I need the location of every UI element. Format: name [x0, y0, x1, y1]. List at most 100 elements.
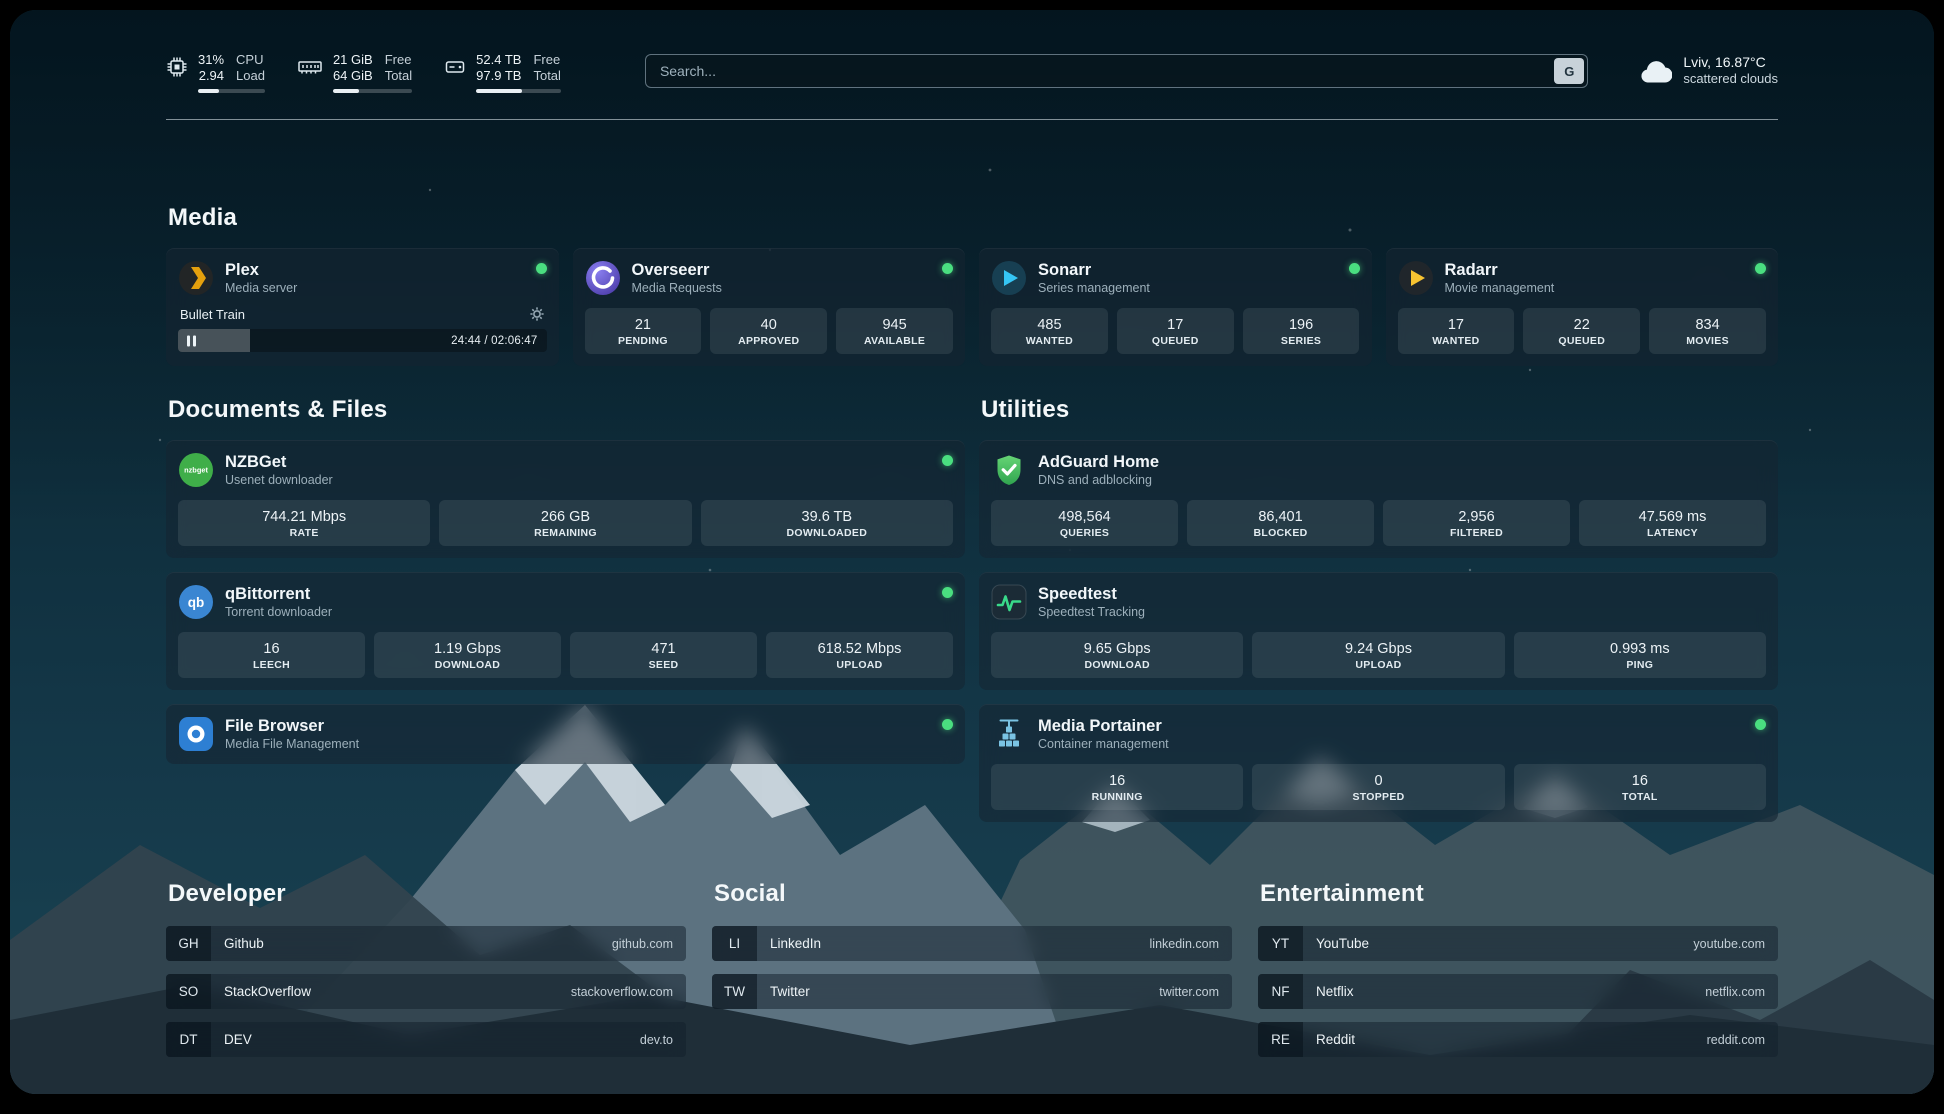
plex-now-playing: Bullet Train: [180, 307, 245, 322]
radarr-stat-queued: 22 QUEUED: [1523, 308, 1640, 354]
filebrowser-icon: [178, 716, 214, 752]
speedtest-subtitle: Speedtest Tracking: [1038, 604, 1145, 620]
sonarr-icon: [991, 260, 1027, 296]
disk-total-value: 97.9 TB: [476, 68, 521, 84]
speedtest-service-link[interactable]: Speedtest Speedtest Tracking: [991, 584, 1766, 620]
qbittorrent-stat-leech: 16 LEECH: [178, 632, 365, 678]
adguard-stat-queries: 498,564 QUERIES: [991, 500, 1178, 546]
nzbget-title: NZBGet: [225, 452, 333, 472]
dashboard-window: 31% CPU 2.94 Load: [10, 10, 1934, 1094]
portainer-status-dot: [1755, 719, 1766, 730]
weather-widget: Lviv, 16.87°C scattered clouds: [1638, 54, 1778, 87]
bookmark-github[interactable]: GH Github github.com: [166, 926, 686, 961]
portainer-subtitle: Container management: [1038, 736, 1169, 752]
cpu-load-label: Load: [236, 68, 265, 84]
speedtest-stat-upload: 9.24 Gbps UPLOAD: [1252, 632, 1504, 678]
adguard-title: AdGuard Home: [1038, 452, 1159, 472]
search-input[interactable]: [645, 54, 1588, 88]
bookmark-url: github.com: [612, 937, 686, 951]
nzbget-status-dot: [942, 455, 953, 466]
plex-title: Plex: [225, 260, 297, 280]
bookmark-url: linkedin.com: [1150, 937, 1232, 951]
overseerr-service-link[interactable]: Overseerr Media Requests: [585, 260, 954, 296]
plex-service-link[interactable]: Plex Media server: [178, 260, 547, 296]
bookmark-url: youtube.com: [1693, 937, 1778, 951]
adguard-service-link[interactable]: AdGuard Home DNS and adblocking: [991, 452, 1766, 488]
overseerr-status-dot: [942, 263, 953, 274]
overseerr-stat-approved: 40 APPROVED: [710, 308, 827, 354]
bookmark-url: twitter.com: [1159, 985, 1232, 999]
radarr-service-link[interactable]: Radarr Movie management: [1398, 260, 1767, 296]
sonarr-service-link[interactable]: Sonarr Series management: [991, 260, 1360, 296]
overseerr-subtitle: Media Requests: [632, 280, 722, 296]
bookmark-reddit[interactable]: RE Reddit reddit.com: [1258, 1022, 1778, 1057]
adguard-icon: [991, 452, 1027, 488]
bookmarks-entertainment: Entertainment YT YouTube youtube.com NF …: [1258, 880, 1778, 1070]
disk-free-value: 52.4 TB: [476, 52, 521, 68]
filebrowser-service-link[interactable]: File Browser Media File Management: [178, 716, 953, 752]
cpu-progress-bar: [198, 89, 265, 93]
gear-icon[interactable]: [529, 306, 545, 322]
portainer-stat-total: 16 TOTAL: [1514, 764, 1766, 810]
bookmark-youtube[interactable]: YT YouTube youtube.com: [1258, 926, 1778, 961]
bookmarks-social: Social LI LinkedIn linkedin.com TW Twitt…: [712, 880, 1232, 1070]
section-utilities-heading: Utilities: [981, 396, 1778, 424]
overseerr-card: Overseerr Media Requests 21 PENDING 40 A…: [573, 248, 966, 366]
disk-icon: [444, 56, 466, 78]
speedtest-icon: [991, 584, 1027, 620]
radarr-stat-wanted: 17 WANTED: [1398, 308, 1515, 354]
bookmark-name: Github: [224, 936, 264, 951]
bookmark-twitter[interactable]: TW Twitter twitter.com: [712, 974, 1232, 1009]
qbittorrent-title: qBittorrent: [225, 584, 332, 604]
plex-status-dot: [536, 263, 547, 274]
sonarr-stat-series: 196 SERIES: [1243, 308, 1360, 354]
speedtest-title: Speedtest: [1038, 584, 1145, 604]
bookmark-stackoverflow[interactable]: SO StackOverflow stackoverflow.com: [166, 974, 686, 1009]
bookmark-linkedin[interactable]: LI LinkedIn linkedin.com: [712, 926, 1232, 961]
cpu-load-value: 2.94: [198, 68, 224, 84]
nzbget-service-link[interactable]: nzbget NZBGet Usenet downloader: [178, 452, 953, 488]
nzbget-card: nzbget NZBGet Usenet downloader 744.21 M…: [166, 440, 965, 558]
plex-playback-progress: 24:44 / 02:06:47: [178, 329, 547, 352]
radarr-status-dot: [1755, 263, 1766, 274]
plex-subtitle: Media server: [225, 280, 297, 296]
bookmarks-developer: Developer GH Github github.com SO StackO…: [166, 880, 686, 1070]
nzbget-subtitle: Usenet downloader: [225, 472, 333, 488]
top-bar: 31% CPU 2.94 Load: [166, 52, 1778, 93]
bookmark-abbr: RE: [1258, 1022, 1303, 1057]
memory-progress-bar: [333, 89, 412, 93]
bookmark-url: netflix.com: [1705, 985, 1778, 999]
bookmark-abbr: TW: [712, 974, 757, 1009]
bookmark-name: Netflix: [1316, 984, 1354, 999]
disk-progress-bar: [476, 89, 561, 93]
bookmark-url: reddit.com: [1707, 1033, 1778, 1047]
portainer-icon: [991, 716, 1027, 752]
qbittorrent-icon: qb: [178, 584, 214, 620]
section-documents-heading: Documents & Files: [168, 396, 965, 424]
nzbget-icon: nzbget: [178, 452, 214, 488]
svg-text:nzbget: nzbget: [184, 466, 208, 475]
filebrowser-title: File Browser: [225, 716, 359, 736]
radarr-subtitle: Movie management: [1445, 280, 1555, 296]
overseerr-stat-available: 945 AVAILABLE: [836, 308, 953, 354]
portainer-service-link[interactable]: Media Portainer Container management: [991, 716, 1766, 752]
media-card-row: Plex Media server Bullet Train: [166, 248, 1778, 366]
sonarr-stat-queued: 17 QUEUED: [1117, 308, 1234, 354]
bookmark-abbr: NF: [1258, 974, 1303, 1009]
bookmark-name: StackOverflow: [224, 984, 311, 999]
sonarr-title: Sonarr: [1038, 260, 1150, 280]
bookmark-netflix[interactable]: NF Netflix netflix.com: [1258, 974, 1778, 1009]
bookmark-abbr: SO: [166, 974, 211, 1009]
overseerr-title: Overseerr: [632, 260, 722, 280]
weather-condition: scattered clouds: [1683, 71, 1778, 87]
disk-widget: 52.4 TB Free 97.9 TB Total: [444, 52, 561, 93]
memory-free-label: Free: [385, 52, 412, 68]
portainer-title: Media Portainer: [1038, 716, 1169, 736]
pause-icon[interactable]: [187, 335, 196, 346]
bookmark-dev[interactable]: DT DEV dev.to: [166, 1022, 686, 1057]
disk-free-label: Free: [533, 52, 560, 68]
qbittorrent-service-link[interactable]: qb qBittorrent Torrent downloader: [178, 584, 953, 620]
plex-card: Plex Media server Bullet Train: [166, 248, 559, 366]
search-provider-button[interactable]: G: [1554, 58, 1584, 84]
sonarr-subtitle: Series management: [1038, 280, 1150, 296]
